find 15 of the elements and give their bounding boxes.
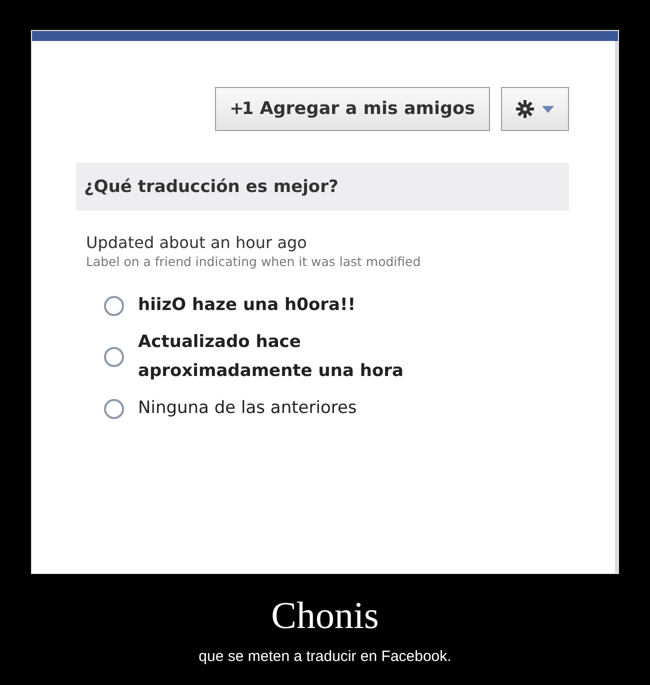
settings-button[interactable] <box>501 87 569 131</box>
add-friend-button[interactable]: +1 Agregar a mis amigos <box>214 87 490 131</box>
radio-button[interactable] <box>104 347 124 367</box>
source-description: Label on a friend indicating when it was last modified <box>85 254 422 269</box>
option-label: Ninguna de las anteriores <box>138 397 358 420</box>
poster-title: Chonis <box>271 594 379 638</box>
caret-icon <box>542 106 554 112</box>
radio-button[interactable] <box>104 296 124 316</box>
source-text: Updated about an hour ago <box>85 233 308 252</box>
question-title: ¿Qué traducción es mejor? <box>76 163 569 211</box>
gear-icon <box>516 100 534 118</box>
option-label: Actualizado hace aproximadamente una hora <box>138 331 404 383</box>
option-label: hiizO haze una h0ora!! <box>138 294 357 317</box>
radio-button[interactable] <box>104 398 124 418</box>
poster-caption: que se meten a traducir en Facebook. <box>198 648 452 665</box>
